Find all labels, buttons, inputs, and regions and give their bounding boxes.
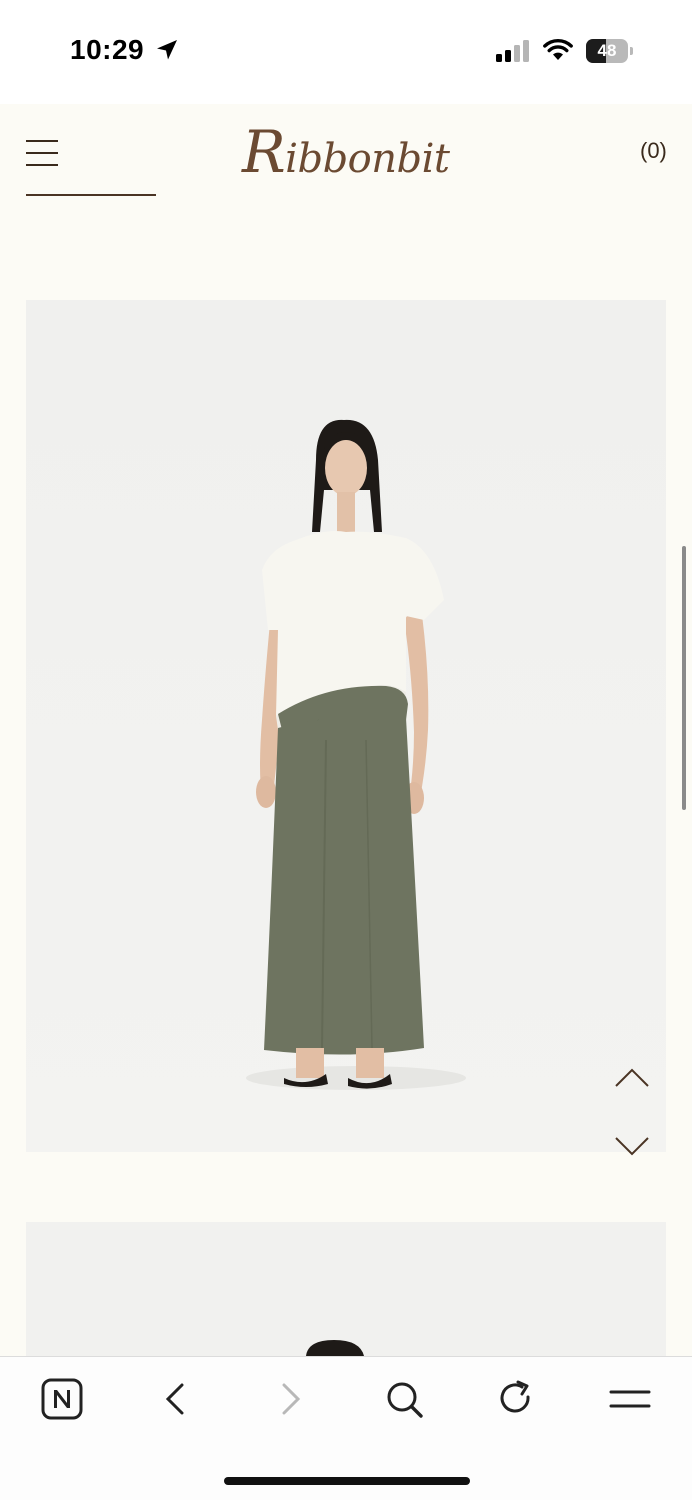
status-bar: 10:29 48 [0, 0, 692, 104]
chevron-up-icon[interactable] [612, 1066, 652, 1090]
chevron-down-icon[interactable] [612, 1134, 652, 1158]
model-photo [26, 1222, 666, 1356]
wifi-icon [543, 39, 573, 60]
product-image[interactable] [26, 1222, 666, 1356]
search-icon[interactable] [382, 1377, 426, 1421]
battery-level: 48 [597, 41, 617, 60]
logo-initial: R [242, 118, 286, 186]
menu-line-icon [26, 164, 58, 166]
battery-icon: 48 [586, 39, 628, 63]
brand-logo[interactable]: Ribbonbit [242, 118, 450, 186]
naver-icon[interactable] [40, 1377, 84, 1421]
browser-toolbar [0, 1356, 692, 1500]
cart-count-link[interactable]: (0) [640, 138, 667, 164]
home-indicator[interactable] [224, 1477, 470, 1485]
menu-line-icon [26, 140, 58, 142]
forward-icon[interactable] [268, 1377, 312, 1421]
menu-line-icon [26, 152, 58, 154]
menu-icon[interactable] [608, 1377, 652, 1421]
reload-icon[interactable] [494, 1377, 538, 1421]
battery-nub [630, 47, 633, 55]
cellular-signal-icon [496, 40, 529, 62]
scroll-indicator[interactable] [682, 546, 686, 810]
hamburger-menu-button[interactable] [26, 140, 58, 166]
logo-rest: ibbonbit [285, 136, 450, 182]
product-image[interactable] [26, 300, 666, 1152]
site-header: Ribbonbit (0) [0, 104, 692, 214]
menu-underline [26, 194, 156, 196]
status-time: 10:29 [70, 34, 145, 65]
back-icon[interactable] [154, 1377, 198, 1421]
model-photo [26, 300, 666, 1152]
location-arrow-icon [157, 40, 177, 60]
